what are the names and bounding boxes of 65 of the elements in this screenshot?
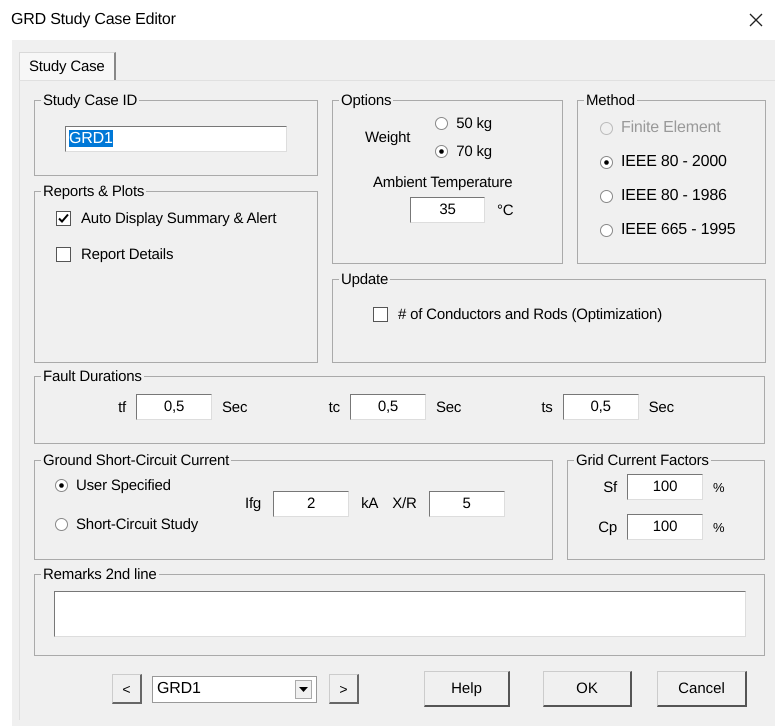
radio-button[interactable] (600, 224, 613, 236)
group-title: Study Case ID (42, 92, 138, 109)
radio-label: Finite Element (621, 119, 720, 137)
checkbox[interactable] (373, 307, 388, 322)
radio-label: 50 kg (456, 115, 492, 132)
field-label: ts (541, 398, 553, 416)
field-label: Weight (365, 129, 410, 146)
radio-button[interactable] (435, 145, 448, 158)
input-field[interactable]: 0,5 (350, 394, 426, 420)
checkbox[interactable] (56, 211, 71, 226)
group-title: Options (340, 92, 392, 109)
unit-label: Sec (222, 398, 248, 416)
input-field[interactable]: 0,5 (136, 394, 212, 420)
input-field[interactable]: 0,5 (562, 394, 639, 420)
case-dropdown[interactable]: GRD1 (152, 676, 317, 702)
tab[interactable]: Study Case (19, 52, 116, 80)
radio-label: 70 kg (456, 143, 492, 160)
group-title: Grid Current Factors (575, 452, 710, 469)
checkbox-label: Report Details (81, 246, 174, 263)
input-field[interactable]: 5 (428, 490, 505, 516)
next-button[interactable]: > (329, 674, 359, 704)
group-title: Fault Durations (42, 368, 143, 385)
radio-label: IEEE 665 - 1995 (621, 221, 736, 239)
unit-label: % (713, 520, 724, 534)
radio-button[interactable] (600, 156, 613, 168)
input-field[interactable]: 100 (627, 514, 703, 540)
field-label: X/R (392, 495, 417, 512)
radio-label: IEEE 80 - 2000 (621, 153, 727, 171)
previous-button[interactable]: < (112, 674, 142, 704)
input-field[interactable]: 35 (410, 197, 485, 223)
field-label: Ifg (245, 495, 262, 512)
field-label: Sf (602, 478, 617, 496)
group-title: Remarks 2nd line (42, 566, 158, 583)
group-title: Reports & Plots (42, 183, 146, 200)
unit-label: °C (497, 202, 514, 218)
radio-button[interactable] (600, 190, 613, 202)
radio-label: IEEE 80 - 1986 (621, 187, 727, 205)
input-field[interactable]: 100 (627, 474, 703, 500)
input-field[interactable]: GRD1 (65, 126, 287, 152)
field-label: tc (328, 398, 340, 416)
dialog-button[interactable]: Help (424, 671, 510, 707)
window-title: GRD Study Case Editor (11, 11, 176, 29)
field-label: Cp (597, 518, 617, 536)
unit-label: Sec (436, 398, 462, 416)
close-icon[interactable] (749, 13, 763, 27)
radio-button[interactable] (55, 479, 68, 492)
unit-label: Sec (648, 398, 674, 416)
radio-button[interactable] (55, 518, 68, 531)
dialog-button[interactable]: Cancel (657, 671, 747, 707)
radio-label: User Specified (76, 477, 171, 494)
radio-button[interactable] (435, 117, 448, 130)
group-title: Ground Short-Circuit Current (42, 452, 230, 469)
remarks-field[interactable] (54, 591, 746, 637)
radio-label: Short-Circuit Study (76, 516, 198, 533)
field-label: Ambient Temperature (373, 174, 514, 191)
checkbox[interactable] (56, 247, 71, 262)
unit-label: kA (361, 495, 378, 512)
dialog-button[interactable]: OK (543, 671, 632, 707)
checkbox-label: Auto Display Summary & Alert (81, 210, 276, 227)
input-field[interactable]: 2 (273, 490, 350, 516)
field-label: tf (117, 398, 126, 416)
checkbox-label: # of Conductors and Rods (Optimization) (398, 306, 662, 323)
unit-label: % (713, 480, 724, 494)
group-title: Update (340, 271, 390, 288)
group-title: Method (585, 92, 636, 109)
